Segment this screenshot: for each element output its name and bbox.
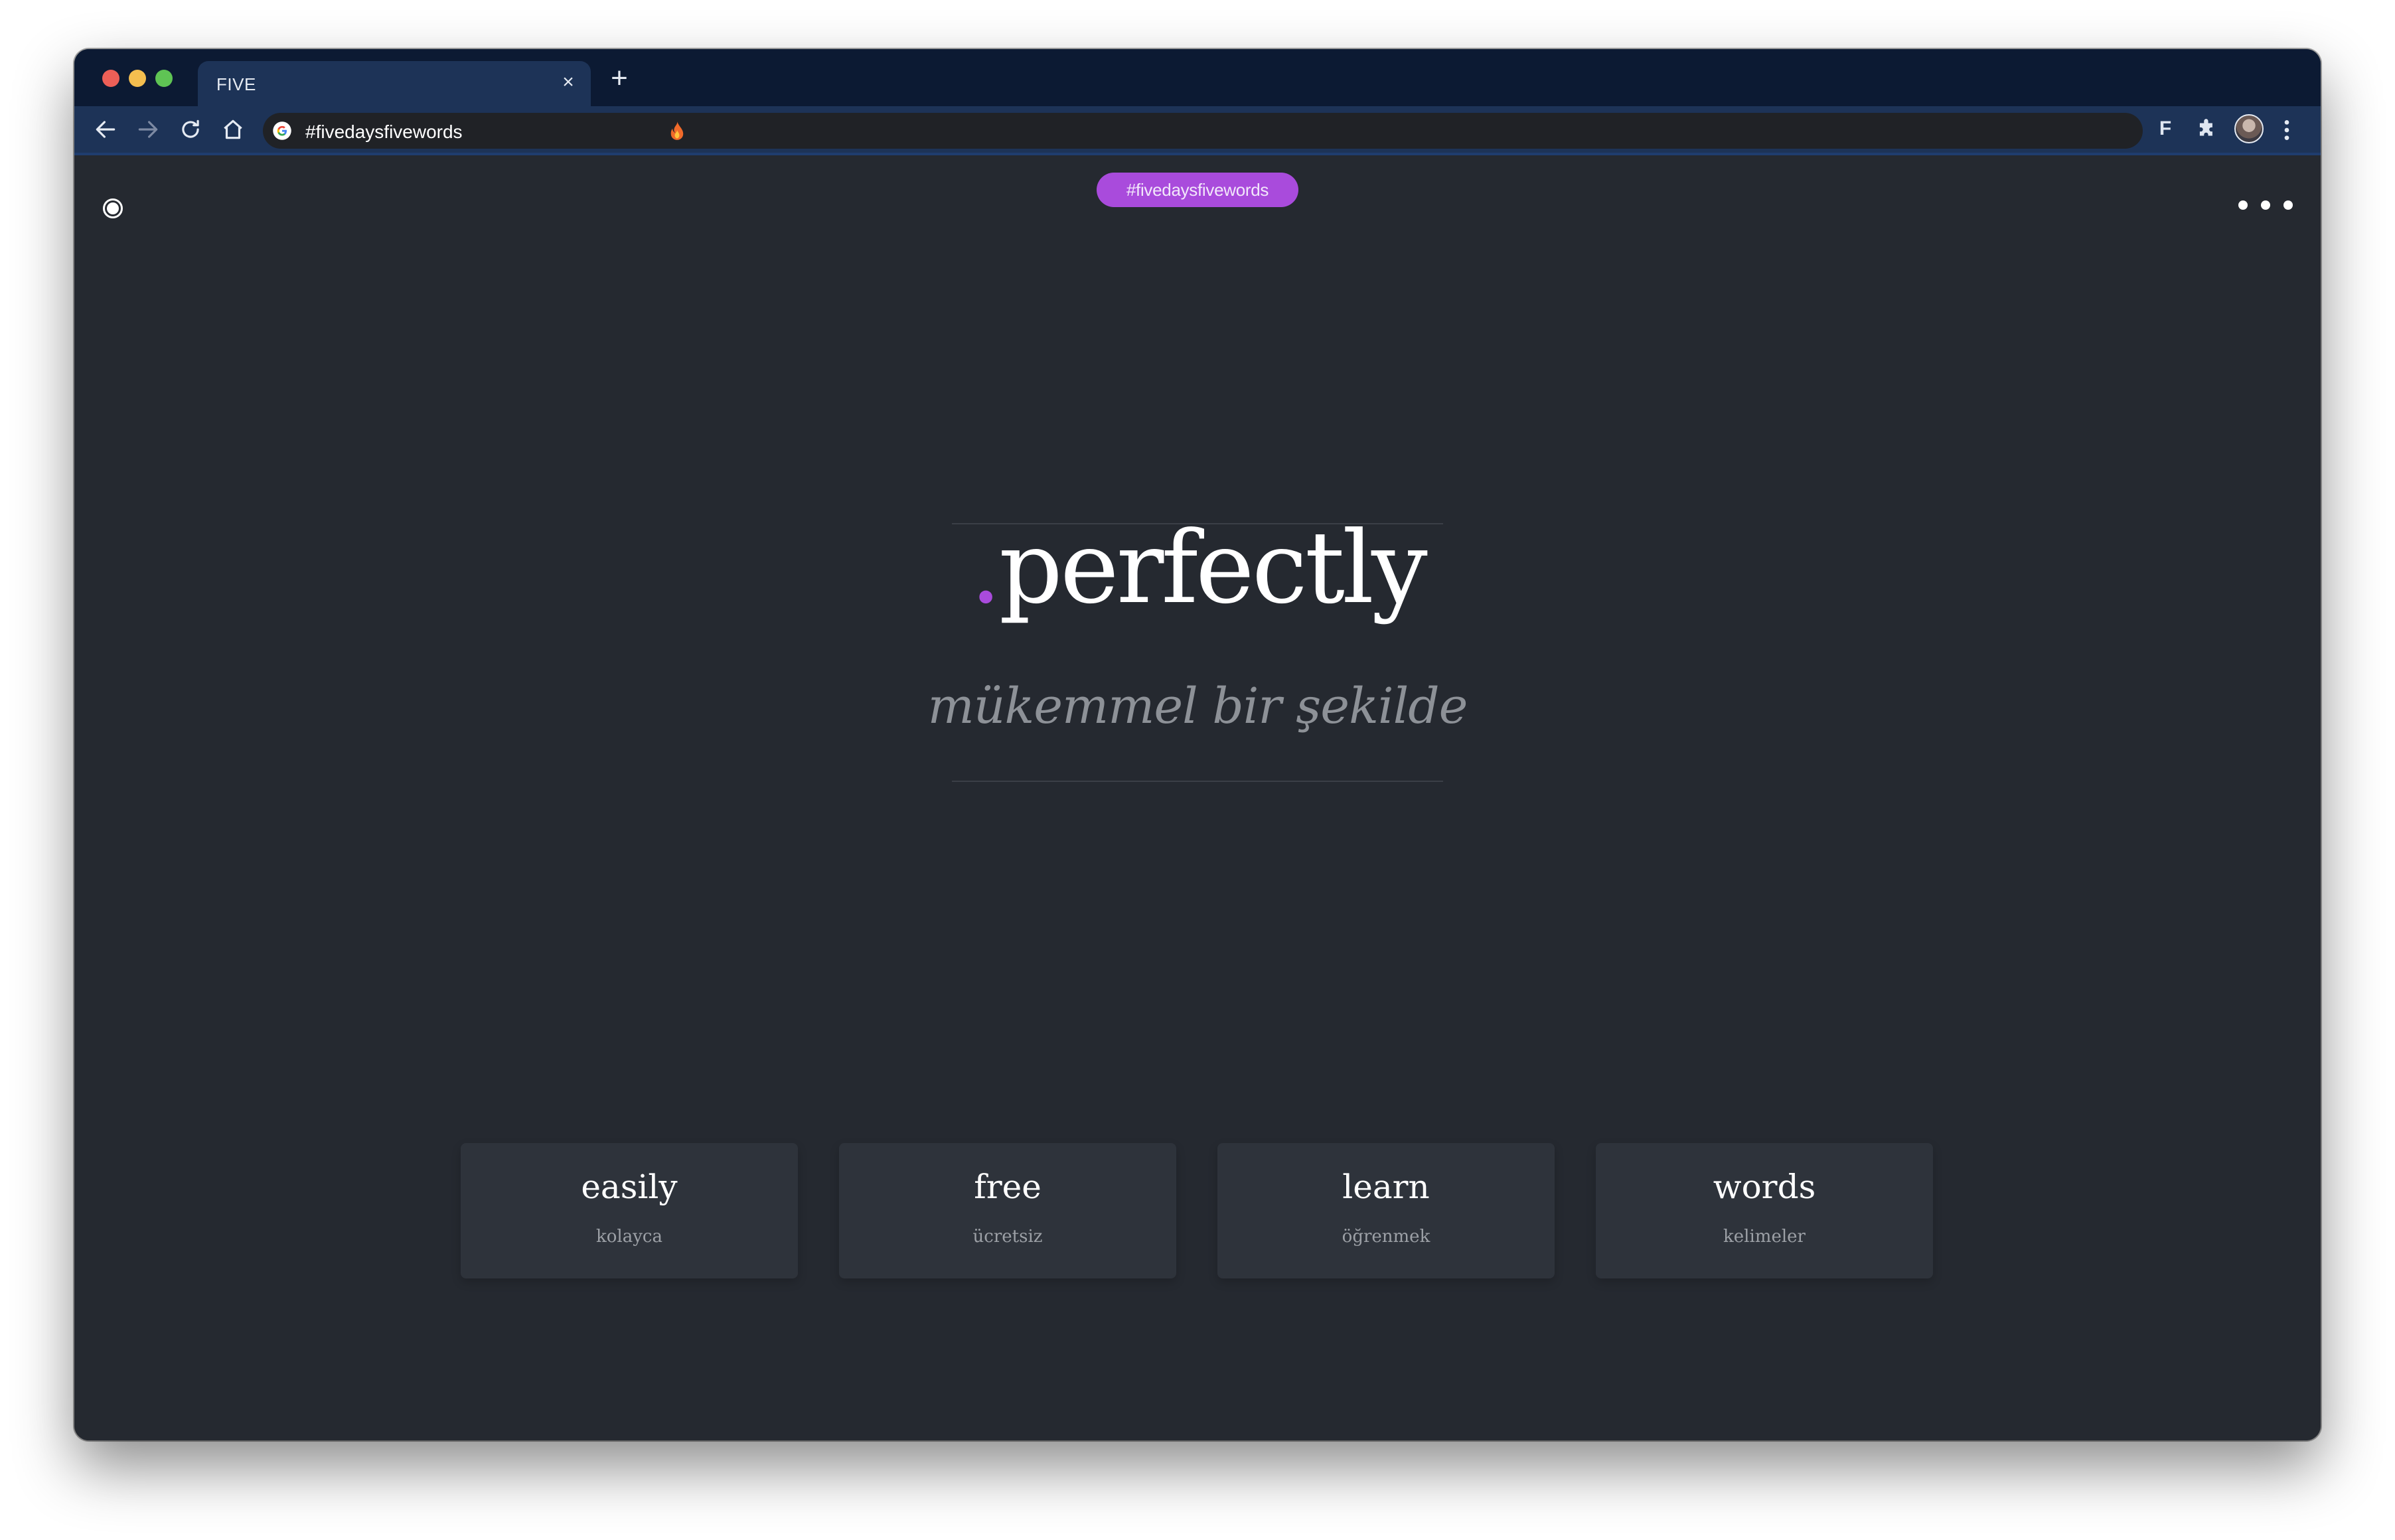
minimize-window-button[interactable] [129,70,146,87]
hero-word-text: perfectly [998,510,1428,626]
card-word: free [974,1168,1042,1206]
google-icon [273,121,291,140]
card-translation: kolayca [596,1227,662,1247]
close-window-button[interactable] [102,70,119,87]
hero-bottom-divider [952,781,1443,782]
card-word: learn [1342,1168,1430,1206]
theme-toggle-icon[interactable] [101,196,125,220]
zoom-window-button[interactable] [155,70,173,87]
kebab-menu-icon[interactable] [2278,117,2295,143]
card-translation: kelimeler [1723,1227,1806,1247]
tab-strip: FIVE × + [74,49,2321,106]
new-tab-button[interactable]: + [605,64,633,93]
f-extension-icon[interactable]: F [2152,116,2179,142]
browser-window: FIVE × + #fivedaysfivewords F #fivedaysf… [74,49,2321,1440]
page-content: #fivedaysfivewords .perfectly mükemmel b… [74,155,2321,1440]
hashtag-badge[interactable]: #fivedaysfivewords [1097,173,1298,207]
word-card[interactable]: easily kolayca [461,1143,798,1278]
card-translation: öğrenmek [1342,1227,1430,1247]
url-text[interactable]: #fivedaysfivewords [305,121,463,143]
word-card[interactable]: free ücretsiz [839,1143,1176,1278]
browser-toolbar: #fivedaysfivewords F [74,106,2321,155]
card-word: easily [581,1168,678,1206]
tab-close-icon[interactable]: × [558,72,579,93]
forward-icon[interactable] [135,117,161,142]
reload-icon[interactable] [178,117,203,142]
home-icon[interactable] [220,117,246,142]
word-card[interactable]: learn öğrenmek [1217,1143,1555,1278]
hero-dot: . [970,510,1002,626]
back-icon[interactable] [93,117,118,142]
card-translation: ücretsiz [972,1227,1043,1247]
avatar[interactable] [2234,114,2264,143]
puzzle-icon[interactable] [2195,117,2220,142]
word-card[interactable]: words kelimeler [1596,1143,1933,1278]
fire-icon [670,121,684,140]
tab-title: FIVE [216,74,256,94]
address-bar[interactable]: #fivedaysfivewords [263,113,2143,149]
more-options-icon[interactable] [2236,195,2295,215]
hero-word: .perfectly [952,508,1443,628]
hero-translation: mükemmel bir şekilde [927,678,1468,735]
card-word: words [1713,1168,1816,1206]
tab-five[interactable]: FIVE × [198,61,591,106]
